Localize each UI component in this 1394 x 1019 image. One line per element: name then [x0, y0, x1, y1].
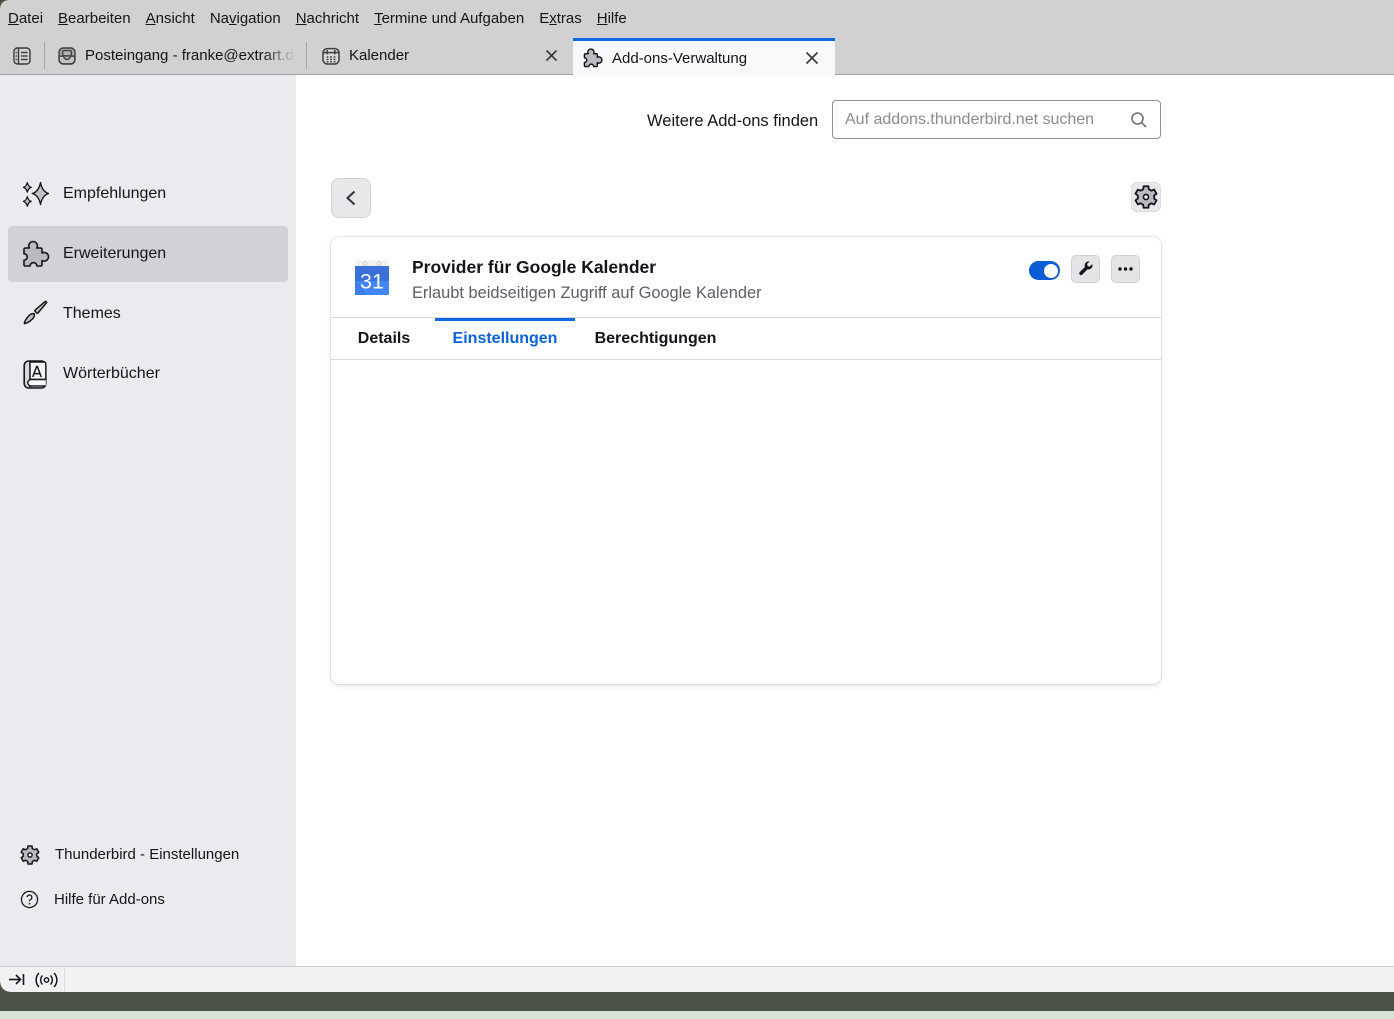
svg-text:31: 31	[360, 270, 384, 294]
